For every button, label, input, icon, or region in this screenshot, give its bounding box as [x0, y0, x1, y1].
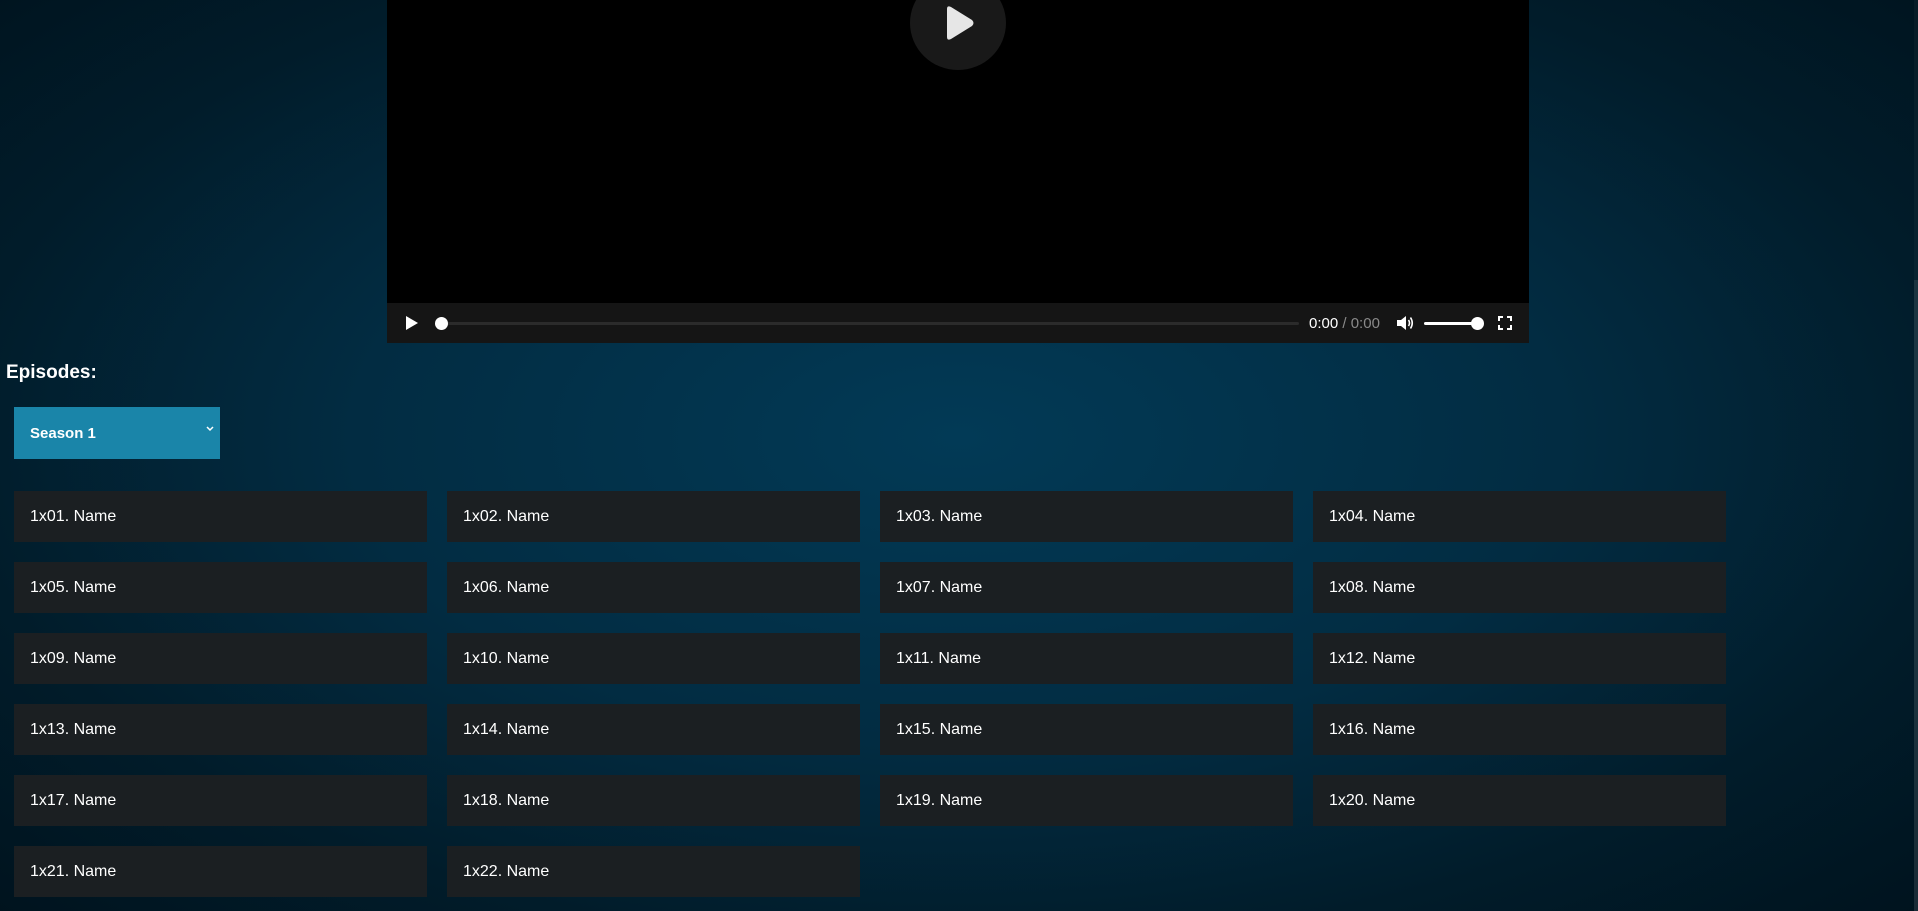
episode-item[interactable]: 1x05. Name: [14, 562, 427, 613]
episode-item[interactable]: 1x17. Name: [14, 775, 427, 826]
episode-item[interactable]: 1x07. Name: [880, 562, 1293, 613]
seek-bar[interactable]: [441, 322, 1299, 325]
volume-slider[interactable]: [1424, 322, 1478, 325]
episode-item[interactable]: 1x16. Name: [1313, 704, 1726, 755]
episode-item[interactable]: 1x15. Name: [880, 704, 1293, 755]
episode-item[interactable]: 1x13. Name: [14, 704, 427, 755]
season-select[interactable]: Season 1: [14, 407, 220, 459]
episode-item[interactable]: 1x12. Name: [1313, 633, 1726, 684]
play-icon: [947, 6, 974, 40]
episode-item[interactable]: 1x08. Name: [1313, 562, 1726, 613]
episode-item[interactable]: 1x19. Name: [880, 775, 1293, 826]
fullscreen-button[interactable]: [1495, 313, 1515, 333]
time-display: 0:00 / 0:00: [1309, 315, 1380, 333]
episode-item[interactable]: 1x20. Name: [1313, 775, 1726, 826]
season-select-value: Season 1: [30, 424, 96, 442]
episode-item[interactable]: 1x10. Name: [447, 633, 860, 684]
time-separator: /: [1342, 315, 1347, 332]
page-scrollbar[interactable]: [1914, 0, 1918, 911]
episode-item[interactable]: 1x09. Name: [14, 633, 427, 684]
play-icon: [406, 316, 418, 330]
mute-button[interactable]: [1394, 313, 1416, 333]
episode-item[interactable]: 1x11. Name: [880, 633, 1293, 684]
episode-item[interactable]: 1x03. Name: [880, 491, 1293, 542]
episodes-heading: Episodes:: [6, 362, 97, 383]
episode-item[interactable]: 1x18. Name: [447, 775, 860, 826]
episode-item[interactable]: 1x06. Name: [447, 562, 860, 613]
current-time: 0:00: [1309, 315, 1339, 332]
scrollbar-thumb[interactable]: [1914, 280, 1918, 911]
episode-item[interactable]: 1x21. Name: [14, 846, 427, 897]
volume-icon: [1397, 316, 1414, 330]
episode-item[interactable]: 1x22. Name: [447, 846, 860, 897]
chevron-down-icon: [206, 426, 214, 432]
fullscreen-icon: [1498, 316, 1512, 330]
episode-item[interactable]: 1x14. Name: [447, 704, 860, 755]
duration: 0:00: [1350, 315, 1380, 332]
volume-slider-thumb[interactable]: [1471, 317, 1484, 330]
seek-bar-thumb[interactable]: [435, 317, 448, 330]
episode-grid: 1x01. Name 1x02. Name 1x03. Name 1x04. N…: [14, 491, 1726, 897]
episode-item[interactable]: 1x04. Name: [1313, 491, 1726, 542]
play-button[interactable]: [402, 313, 422, 333]
episode-item[interactable]: 1x01. Name: [14, 491, 427, 542]
episode-item[interactable]: 1x02. Name: [447, 491, 860, 542]
